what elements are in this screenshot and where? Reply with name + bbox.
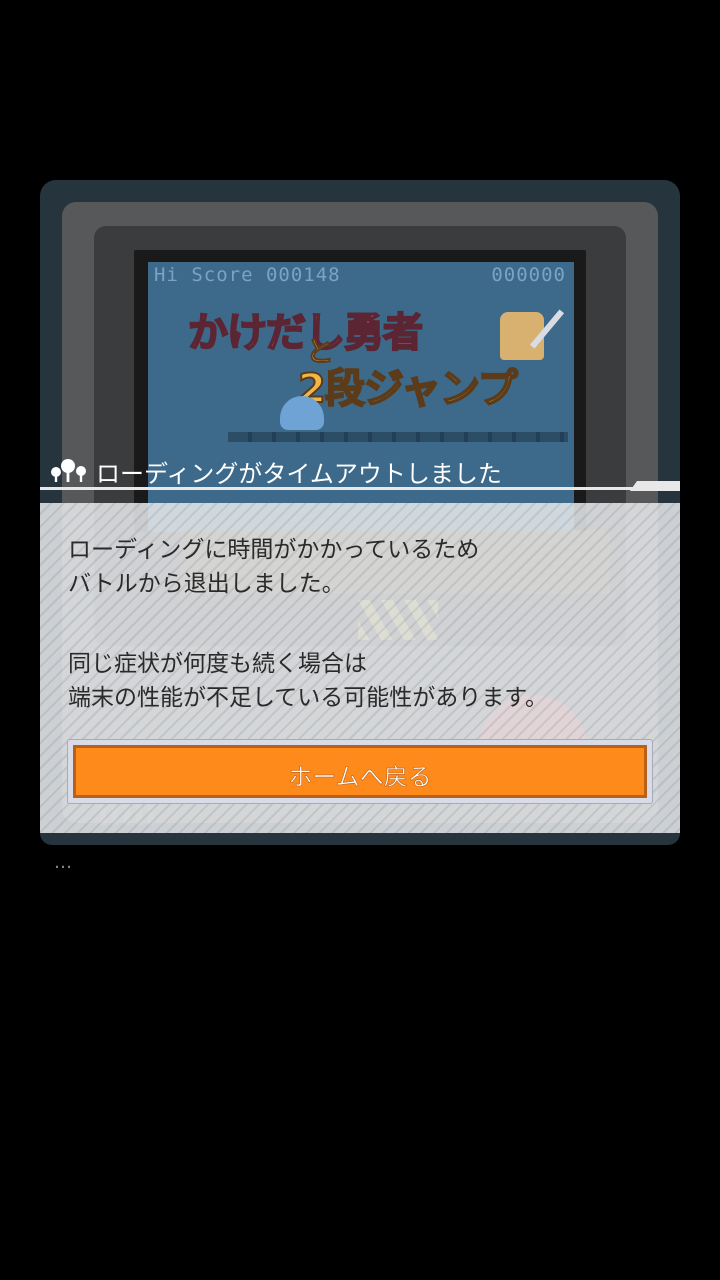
logo-title-line2: 2段ジャンプ [297,365,519,413]
return-home-button-face[interactable]: ホームへ戻る [73,745,647,798]
performance-message: 同じ症状が何度も続く場合は 端末の性能が不足している可能性があります。 [68,647,548,715]
timeout-message: ローディングに時間がかかっているため バトルから退出しました。 [68,533,479,601]
mushroom-icon [51,459,86,482]
hi-score-label: Hi Score 000148 [154,264,341,286]
device-bottom-edge [40,833,680,845]
return-home-button-label: ホームへ戻る [288,763,432,792]
timeout-message-line1: ローディングに時間がかかっているため [68,537,480,563]
current-score: 000000 [491,264,566,286]
game-logo: かけだし勇者 と 2段ジャンプ [187,292,568,442]
return-home-button[interactable]: ホームへ戻る [67,739,653,804]
brick-ground [228,432,568,442]
title-divider-accent [630,481,680,491]
game-title-screen: Hi Score 000148 000000 かけだし勇者 と 2段ジャンプ [148,262,574,532]
title-divider [40,487,680,490]
loading-ellipsis: … [54,852,74,873]
timeout-message-line2: バトルから退出しました。 [68,571,345,597]
performance-message-line2: 端末の性能が不足している可能性があります。 [68,685,549,711]
dialog-title: ローディングがタイムアウトしました [96,460,502,488]
performance-message-line1: 同じ症状が何度も続く場合は [68,651,367,677]
dialog-title-bar: ローディングがタイムアウトしました [40,452,680,490]
logo-title-line1: かけだし勇者 [187,309,424,357]
